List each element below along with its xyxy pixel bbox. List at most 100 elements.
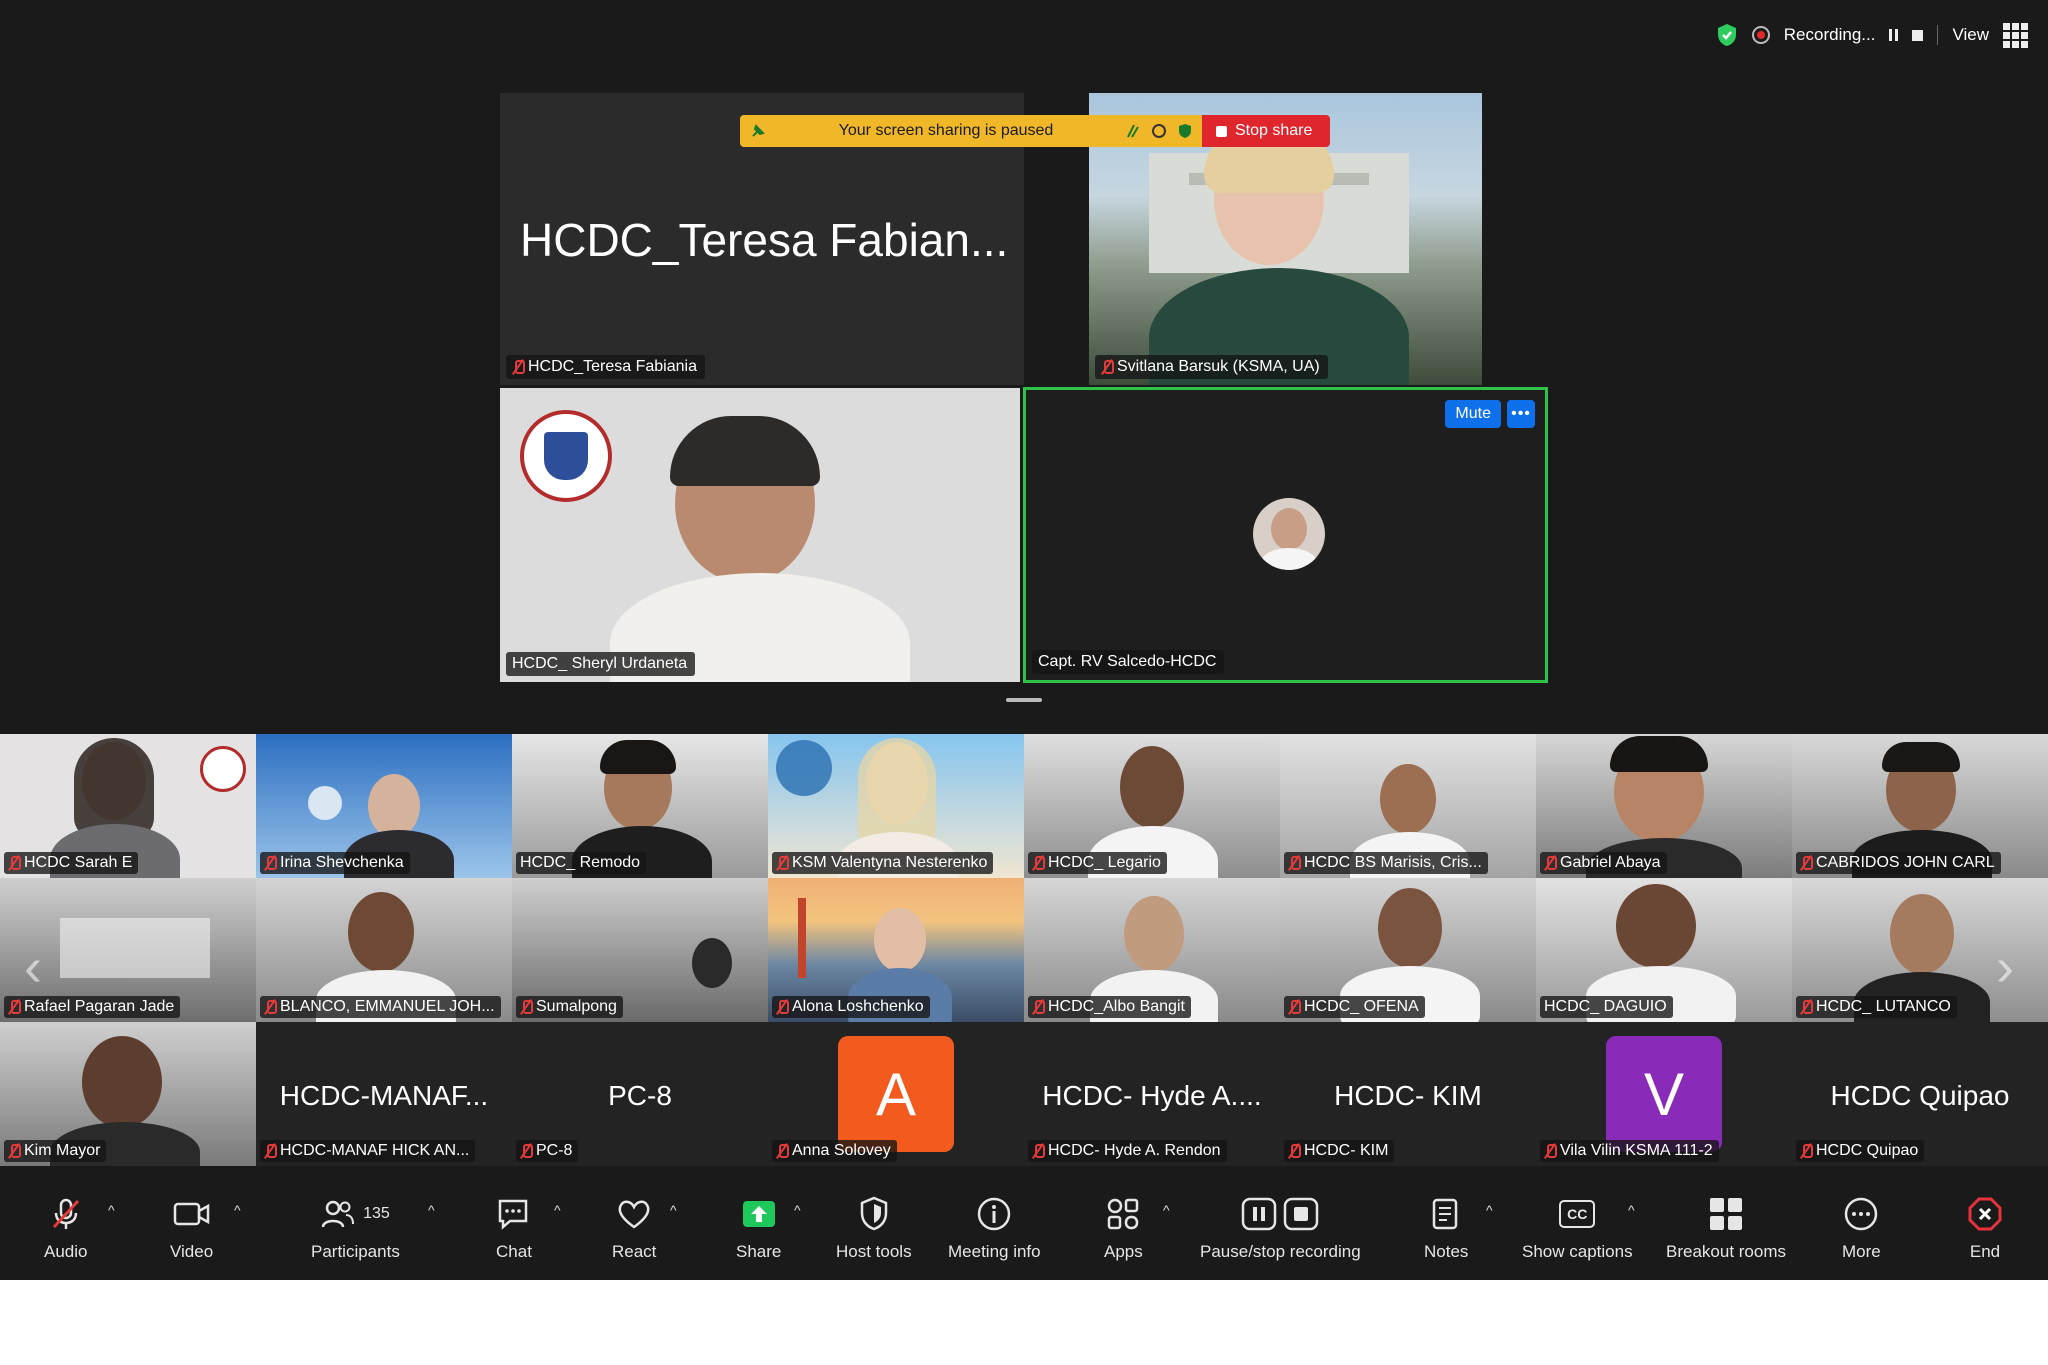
gallery-tile[interactable]: HCDC- KIM HCDC- KIM <box>1280 1022 1536 1166</box>
participant-name-tag: HCDC_ LUTANCO <box>1796 996 1957 1018</box>
gallery-tile[interactable]: Sumalpong <box>512 878 768 1022</box>
mic-muted-icon <box>1288 999 1301 1015</box>
gallery-prev-icon[interactable]: ‹ <box>24 936 42 998</box>
gallery-tile[interactable]: HCDC Sarah E <box>0 734 256 878</box>
pin-icon[interactable] <box>750 123 766 139</box>
video-tile-sheryl[interactable]: HCDC_ Sheryl Urdaneta <box>500 388 1020 682</box>
mic-muted-icon <box>1544 1143 1557 1159</box>
gallery-next-icon[interactable]: › <box>1996 936 2014 998</box>
recording-label: Recording... <box>1783 25 1876 44</box>
gallery-tile[interactable]: Kim Mayor <box>0 1022 256 1166</box>
participant-hair <box>74 738 154 838</box>
participant-name-tag: HCDC_ Legario <box>1028 852 1167 874</box>
pause-share-icon[interactable] <box>1152 124 1166 138</box>
share-options-chevron-icon[interactable]: ^ <box>794 1202 801 1218</box>
mic-muted-icon <box>1800 1143 1813 1159</box>
end-meeting-button[interactable]: End <box>1967 1196 2003 1262</box>
participant-name: Anna Solovey <box>792 1142 891 1159</box>
stop-recording-icon[interactable] <box>1912 29 1924 41</box>
camera-icon <box>173 1202 209 1226</box>
stop-share-button[interactable]: Stop share <box>1202 115 1331 147</box>
notes-button[interactable]: Notes <box>1424 1196 1468 1262</box>
mic-muted-icon <box>776 1143 789 1159</box>
participant-more-button[interactable]: ••• <box>1507 400 1535 428</box>
chat-button[interactable]: Chat <box>496 1196 532 1262</box>
audio-button[interactable]: Audio <box>44 1196 87 1262</box>
pause-stop-recording-button[interactable]: Pause/stop recording <box>1200 1196 1361 1262</box>
avatar-face <box>1271 508 1307 550</box>
participant-name: HCDC-MANAF HICK AN... <box>280 1142 470 1159</box>
gallery-tile[interactable]: HCDC Quipao HCDC Quipao <box>1792 1022 2048 1166</box>
participant-name-tag: Anna Solovey <box>772 1140 897 1162</box>
gallery-tile[interactable]: HCDC-MANAF... HCDC-MANAF HICK AN... <box>256 1022 512 1166</box>
apps-button[interactable]: Apps <box>1104 1196 1143 1262</box>
audio-options-chevron-icon[interactable]: ^ <box>108 1202 115 1218</box>
breakout-rooms-button[interactable]: Breakout rooms <box>1666 1196 1786 1262</box>
participants-icon <box>321 1200 355 1228</box>
more-button[interactable]: More <box>1842 1196 1881 1262</box>
participant-name: HCDC_ DAGUIO <box>1544 998 1667 1015</box>
mic-muted-icon <box>264 1143 277 1159</box>
participant-name-tag: HCDC Sarah E <box>4 852 139 874</box>
video-tile-salcedo[interactable]: Mute ••• Capt. RV Salcedo-HCDC <box>1023 387 1548 683</box>
gallery-tile[interactable]: V Vila Vilin KSMA 111-2 <box>1536 1022 1792 1166</box>
participants-options-chevron-icon[interactable]: ^ <box>428 1202 435 1218</box>
host-tools-button[interactable]: Host tools <box>836 1196 912 1262</box>
gallery-tile[interactable]: PC-8 PC-8 <box>512 1022 768 1166</box>
participant-big-name: HCDC Quipao <box>1830 1080 2010 1111</box>
show-captions-button[interactable]: CC Show captions <box>1522 1196 1633 1262</box>
participant-name: PC-8 <box>536 1142 573 1159</box>
gallery-tile[interactable]: KSM Valentyna Nesterenko <box>768 734 1024 878</box>
grid-view-icon[interactable] <box>2003 22 2028 48</box>
meeting-info-label: Meeting info <box>948 1242 1041 1261</box>
academy-logo <box>308 786 342 820</box>
college-seal-logo <box>520 410 612 502</box>
video-options-chevron-icon[interactable]: ^ <box>234 1202 241 1218</box>
participant-name: BLANCO, EMMANUEL JOH... <box>280 998 495 1015</box>
participant-name-tag: HCDC_ DAGUIO <box>1540 996 1673 1018</box>
encryption-shield-icon[interactable] <box>1716 23 1738 47</box>
chat-options-chevron-icon[interactable]: ^ <box>554 1202 561 1218</box>
share-button[interactable]: Share <box>736 1196 781 1262</box>
seal-shield <box>544 432 588 480</box>
react-button[interactable]: React <box>612 1196 656 1262</box>
gallery-tile[interactable]: HCDC_ Legario <box>1024 734 1280 878</box>
participant-name-tag: HCDC_Teresa Fabiania <box>506 355 705 379</box>
gallery-tile[interactable]: BLANCO, EMMANUEL JOH... <box>256 878 512 1022</box>
gallery-tile[interactable]: Irina Shevchenka <box>256 734 512 878</box>
end-meeting-icon <box>1968 1197 2002 1231</box>
video-button[interactable]: Video <box>170 1196 213 1262</box>
gallery-tile[interactable]: Alona Loshchenko <box>768 878 1024 1022</box>
mic-muted-icon <box>1800 999 1813 1015</box>
pause-recording-icon[interactable] <box>1889 29 1899 41</box>
participants-button[interactable]: 135 Participants <box>311 1196 400 1262</box>
participant-face <box>1378 888 1442 968</box>
gallery-tile[interactable]: Gabriel Abaya <box>1536 734 1792 878</box>
gallery-tile[interactable]: HCDC- Hyde A.... HCDC- Hyde A. Rendon <box>1024 1022 1280 1166</box>
mute-participant-button[interactable]: Mute <box>1445 400 1501 428</box>
participant-face <box>1616 884 1696 968</box>
speaker-stage: Your screen sharing is paused Stop share… <box>500 93 1548 683</box>
meeting-info-button[interactable]: Meeting info <box>948 1196 1041 1262</box>
resize-handle[interactable] <box>1006 698 1042 702</box>
security-icon[interactable] <box>1178 123 1192 139</box>
captions-options-chevron-icon[interactable]: ^ <box>1628 1202 1635 1218</box>
view-button[interactable]: View <box>1952 25 1989 45</box>
gallery-tile[interactable]: HCDC_ DAGUIO <box>1536 878 1792 1022</box>
apps-options-chevron-icon[interactable]: ^ <box>1163 1202 1170 1218</box>
video-label: Video <box>170 1242 214 1261</box>
more-icon <box>1845 1197 1878 1231</box>
pointer-icon[interactable] <box>1126 123 1140 139</box>
gallery-tile[interactable]: HCDC_ OFENA <box>1280 878 1536 1022</box>
react-options-chevron-icon[interactable]: ^ <box>670 1202 677 1218</box>
mic-muted-icon <box>1032 855 1045 871</box>
notes-options-chevron-icon[interactable]: ^ <box>1486 1202 1493 1218</box>
gallery-tile[interactable]: HCDC_ Remodo <box>512 734 768 878</box>
gallery-tile[interactable]: A Anna Solovey <box>768 1022 1024 1166</box>
gallery-tile[interactable]: CABRIDOS JOHN CARL <box>1792 734 2048 878</box>
gallery-tile[interactable]: HCDC BS Marisis, Cris... <box>1280 734 1536 878</box>
mic-muted-icon <box>520 1143 533 1159</box>
participant-big-name: HCDC- KIM <box>1334 1080 1482 1111</box>
gallery-tile[interactable]: HCDC_Albo Bangit <box>1024 878 1280 1022</box>
participant-name-tag: HCDC_Albo Bangit <box>1028 996 1191 1018</box>
